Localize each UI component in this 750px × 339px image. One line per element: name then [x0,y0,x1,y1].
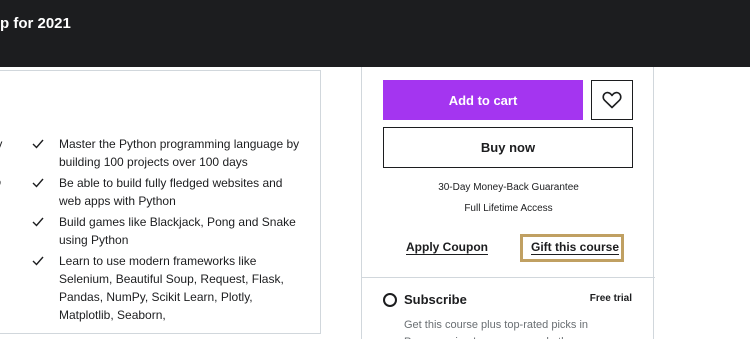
clipped-text-fragment: lly [0,136,2,153]
lifetime-access: Full Lifetime Access [464,203,553,214]
free-trial-badge: Free trial [589,293,632,304]
clipped-text-fragment: to [0,174,1,191]
top-bar: p for 2021 [0,0,750,67]
wishlist-button[interactable] [591,80,633,120]
check-icon [32,256,44,266]
what-you-will-learn-box: lly to d Master the Python programming l… [0,70,321,334]
learn-item-text: Learn to use modern frameworks like Sele… [59,254,284,322]
purchase-sidebar: Add to cart Buy now 30-Day Money-Back Gu… [361,67,655,339]
learn-item-text: Be able to build fully fledged websites … [59,176,283,208]
learn-item-text: Build games like Blackjack, Pong and Sna… [59,215,296,247]
check-icon [32,139,44,149]
subscribe-radio[interactable] [383,293,397,307]
heart-icon [602,91,622,109]
check-icon [32,178,44,188]
gift-course-focus-ring: Gift this course [520,234,624,262]
apply-coupon-link[interactable]: Apply Coupon [406,240,488,254]
buy-now-button[interactable]: Buy now [383,127,633,168]
subscribe-description: Get this course plus top-rated picks in … [404,319,589,339]
check-icon [32,217,44,227]
gift-course-link[interactable]: Gift this course [531,240,619,254]
course-title: p for 2021 [0,15,71,32]
learn-item-text: Master the Python programming language b… [59,137,300,169]
subscribe-title: Subscribe [404,292,467,307]
divider [362,277,655,278]
money-back-guarantee: 30-Day Money-Back Guarantee [438,182,579,193]
add-to-cart-button[interactable]: Add to cart [383,80,583,120]
